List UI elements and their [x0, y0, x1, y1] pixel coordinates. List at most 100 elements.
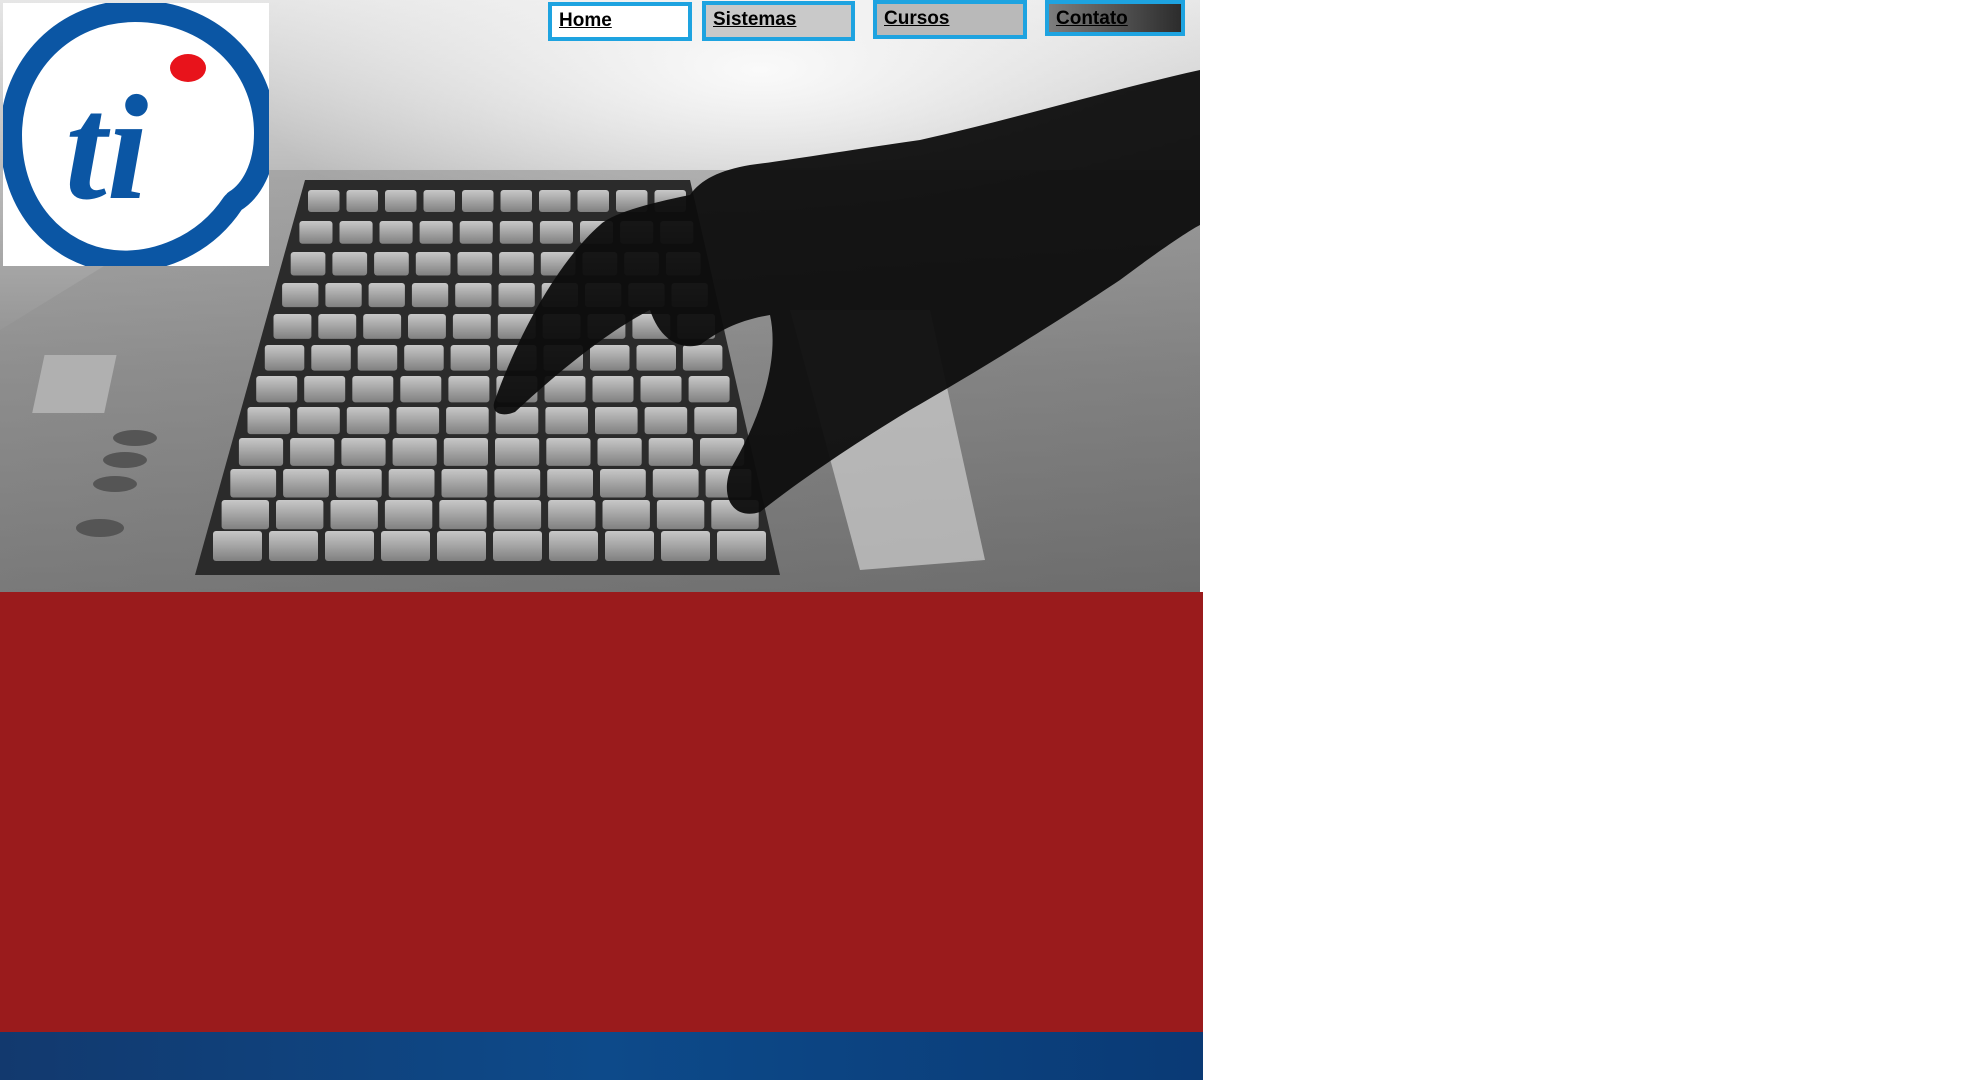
- keyboard-key: [400, 376, 442, 403]
- keyboard-key: [539, 221, 573, 244]
- keyboard-key: [602, 500, 650, 530]
- keyboard-key: [396, 407, 440, 435]
- keyboard-key: [499, 221, 533, 244]
- keyboard-key: [325, 531, 374, 561]
- keyboard-key: [346, 407, 390, 435]
- keyboard-key: [498, 283, 535, 308]
- keyboard-key: [256, 376, 298, 403]
- keyboard-key: [545, 407, 588, 435]
- keyboard-key: [304, 376, 346, 403]
- keyboard-key: [357, 345, 398, 371]
- keyboard-key: [392, 438, 437, 466]
- keyboard-key: [455, 283, 492, 308]
- keyboard-key: [590, 345, 630, 371]
- keyboard-key: [325, 283, 362, 308]
- keyboard-key: [493, 500, 542, 530]
- keyboard-key: [297, 407, 340, 435]
- keyboard-key: [404, 345, 444, 371]
- keyboard-key: [335, 469, 382, 498]
- keyboard-key: [346, 190, 378, 212]
- keyboard-key: [694, 407, 737, 435]
- keyboard-key: [374, 252, 409, 276]
- keyboard-key: [688, 376, 730, 403]
- keyboard-key: [299, 221, 333, 244]
- nav-home[interactable]: Home: [548, 2, 692, 41]
- keyboard-key: [311, 345, 351, 371]
- keyboard-key: [437, 531, 486, 561]
- keyboard-key: [264, 345, 305, 371]
- keyboard-key: [644, 407, 688, 435]
- logo-dot: [170, 54, 206, 82]
- keyboard-key: [415, 252, 451, 276]
- nav-cursos[interactable]: Cursos: [873, 0, 1027, 39]
- hero-image: ti: [0, 0, 1200, 592]
- keyboard-key: [450, 345, 491, 371]
- keyboard-key: [682, 345, 723, 371]
- keyboard-key: [423, 190, 455, 212]
- keyboard-key: [221, 500, 269, 530]
- keyboard-key: [318, 314, 357, 339]
- keyboard-key: [648, 438, 693, 466]
- keyboard-key: [448, 376, 490, 403]
- keyboard-key: [381, 531, 430, 561]
- keyboard-key: [339, 221, 373, 244]
- keyboard-key: [459, 221, 493, 244]
- keyboard-key: [547, 469, 593, 498]
- keyboard-key: [408, 314, 446, 339]
- footer-bar: [0, 1032, 1203, 1080]
- keyboard-key: [352, 376, 394, 403]
- keyboard-key: [493, 531, 542, 561]
- keyboard-key: [577, 190, 609, 212]
- company-logo[interactable]: ti: [3, 3, 269, 266]
- keyboard-key: [276, 500, 324, 530]
- keyboard-key: [605, 531, 654, 561]
- nav-contato[interactable]: Contato: [1045, 0, 1185, 36]
- keyboard-key: [308, 190, 340, 212]
- keyboard-key: [640, 376, 682, 403]
- keyboard-key: [443, 438, 488, 466]
- keyboard-key: [499, 252, 534, 276]
- keyboard-key: [230, 469, 277, 498]
- keyboard-key: [439, 500, 487, 530]
- nav-sistemas[interactable]: Sistemas: [702, 1, 855, 41]
- keyboard-key: [247, 407, 291, 435]
- keyboard-key: [290, 438, 335, 466]
- keyboard-key: [411, 283, 449, 308]
- keyboard-key: [330, 500, 378, 530]
- ti-logo-icon: ti: [3, 3, 269, 266]
- keyboard-key: [290, 252, 326, 276]
- keyboard-key: [441, 469, 488, 498]
- keyboard-key: [238, 438, 284, 466]
- keyboard-key: [269, 531, 318, 561]
- keyboard-key: [385, 190, 417, 212]
- keyboard-key: [546, 438, 591, 466]
- keyboard-key: [495, 438, 540, 466]
- keyboard-key: [652, 469, 699, 498]
- keyboard-key: [636, 345, 676, 371]
- keyboard-key: [368, 283, 405, 308]
- keyboard-key: [548, 500, 596, 530]
- keyboard-key: [656, 500, 705, 530]
- keyboard-key: [332, 252, 368, 276]
- keyboard-key: [600, 469, 646, 498]
- keyboard-key: [592, 376, 634, 403]
- keyboard-key: [379, 221, 413, 244]
- keyboard-key: [363, 314, 402, 339]
- logo-text: ti: [65, 65, 149, 231]
- keyboard-key: [457, 252, 493, 276]
- keyboard-key: [419, 221, 453, 244]
- keyboard-key: [446, 407, 489, 435]
- keyboard-key: [661, 531, 710, 561]
- keyboard-key: [452, 314, 491, 339]
- keyboard-key: [388, 469, 435, 498]
- keyboard-key: [595, 407, 638, 435]
- keyboard-key: [539, 190, 571, 212]
- keyboard-key: [283, 469, 329, 498]
- keyboard-key: [462, 190, 494, 212]
- content-area: [0, 592, 1203, 1032]
- keyboard-key: [341, 438, 386, 466]
- keyboard-key: [494, 469, 541, 498]
- keyboard-key: [549, 531, 598, 561]
- keyboard-key: [213, 531, 262, 561]
- keyboard-key: [597, 438, 642, 466]
